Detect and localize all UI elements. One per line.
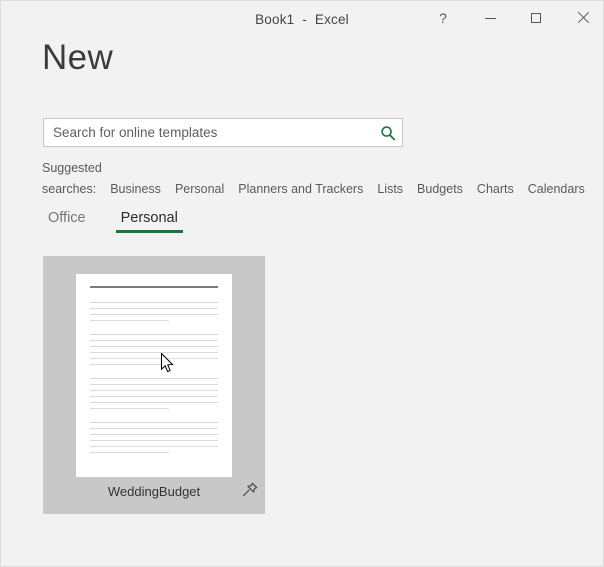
thumbnail-line <box>90 452 169 453</box>
minimize-button[interactable] <box>467 1 513 35</box>
tab-office[interactable]: Office <box>43 210 91 233</box>
thumbnail-line <box>90 334 218 335</box>
maximize-icon <box>531 13 541 23</box>
thumbnail-line <box>90 358 218 359</box>
page-title: New <box>42 40 113 75</box>
search-row <box>43 118 403 147</box>
template-thumbnail <box>76 274 232 477</box>
thumbnail-line <box>90 396 218 397</box>
thumbnail-line <box>90 314 218 315</box>
thumbnail-line <box>90 446 218 447</box>
template-name: WeddingBudget <box>43 484 265 499</box>
thumbnail-line <box>90 364 169 365</box>
pin-icon <box>241 481 259 499</box>
minimize-icon <box>485 18 496 19</box>
thumbnail-line <box>90 346 218 347</box>
suggested-link-planners-and-trackers[interactable]: Planners and Trackers <box>238 182 363 196</box>
suggested-searches-label: Suggested searches: <box>42 161 102 196</box>
thumbnail-line <box>90 428 218 429</box>
thumbnail-line <box>90 384 218 385</box>
search-button[interactable] <box>373 119 402 146</box>
suggested-link-calendars[interactable]: Calendars <box>528 182 585 196</box>
maximize-button[interactable] <box>513 1 559 35</box>
thumbnail-line <box>90 402 218 403</box>
thumbnail-line <box>90 378 218 379</box>
thumbnail-line <box>90 302 218 303</box>
close-icon <box>577 12 589 24</box>
template-tile-weddingbudget[interactable]: WeddingBudget <box>43 256 265 514</box>
thumbnail-header-line <box>90 286 218 288</box>
tab-personal[interactable]: Personal <box>116 210 183 233</box>
thumbnail-line <box>90 408 169 409</box>
thumbnail-line <box>90 340 218 341</box>
thumbnail-line <box>90 308 218 309</box>
thumbnail-line <box>90 320 169 321</box>
thumbnail-lines <box>90 286 218 458</box>
close-button[interactable] <box>560 1 604 35</box>
template-category-tabs: Office Personal <box>43 210 208 233</box>
suggested-link-budgets[interactable]: Budgets <box>417 182 463 196</box>
thumbnail-line <box>90 440 218 441</box>
pin-button[interactable] <box>240 480 260 500</box>
thumbnail-line <box>90 422 218 423</box>
suggested-link-personal[interactable]: Personal <box>175 182 224 196</box>
suggested-link-lists[interactable]: Lists <box>377 182 403 196</box>
suggested-searches: Suggested searches: Business Personal Plann… <box>42 158 562 200</box>
title-bar: Book1 - Excel ? <box>1 1 603 39</box>
thumbnail-line <box>90 390 218 391</box>
thumbnail-line <box>90 434 218 435</box>
question-mark-icon: ? <box>439 11 447 25</box>
help-button[interactable]: ? <box>420 1 466 35</box>
excel-new-window: Book1 - Excel ? New Suggested searches: B… <box>0 0 604 567</box>
suggested-link-charts[interactable]: Charts <box>477 182 514 196</box>
search-input[interactable] <box>43 118 403 147</box>
search-icon <box>380 125 396 141</box>
thumbnail-line <box>90 352 218 353</box>
suggested-link-business[interactable]: Business <box>110 182 161 196</box>
